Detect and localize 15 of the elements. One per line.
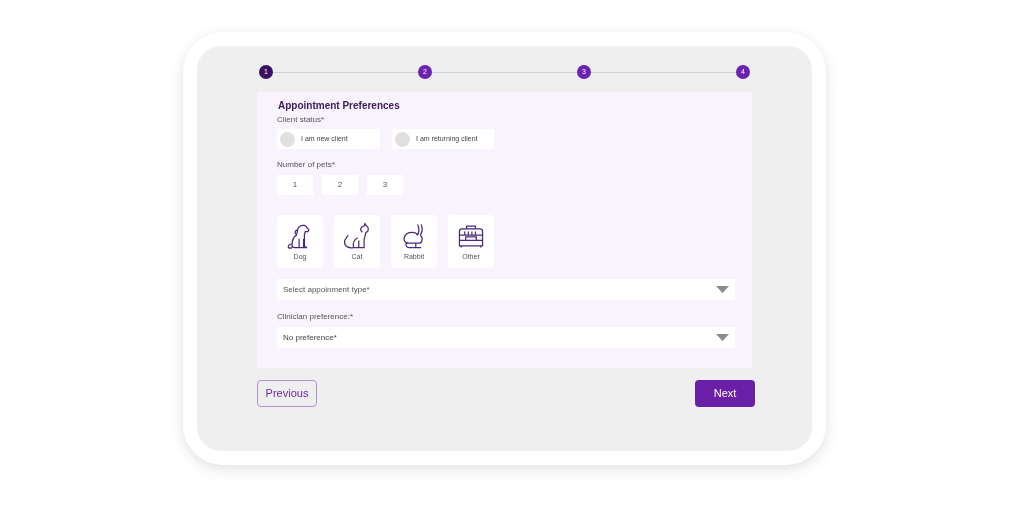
dropdown-caret-icon — [716, 286, 729, 293]
dropdown-value: No preference* — [283, 331, 337, 344]
dropdown-caret-icon — [716, 334, 729, 341]
field-label: Clinician preference:* — [277, 311, 355, 323]
dropdown-placeholder: Select appoinment type* — [283, 283, 370, 296]
next-button[interactable]: Next — [695, 380, 755, 407]
pet-count-option[interactable]: 3 — [367, 175, 403, 195]
form-title: Appointment Preferences — [278, 99, 401, 113]
previous-button[interactable]: Previous — [257, 380, 317, 407]
pet-count-option[interactable]: 2 — [322, 175, 358, 195]
pet-count-option[interactable]: 1 — [277, 175, 313, 195]
field-label: Number of pets* — [277, 159, 336, 171]
field-label: Client status* — [277, 114, 326, 126]
clinician-dropdown[interactable]: No preference* — [277, 327, 735, 348]
appointment-type-dropdown[interactable]: Select appoinment type* — [277, 279, 735, 300]
